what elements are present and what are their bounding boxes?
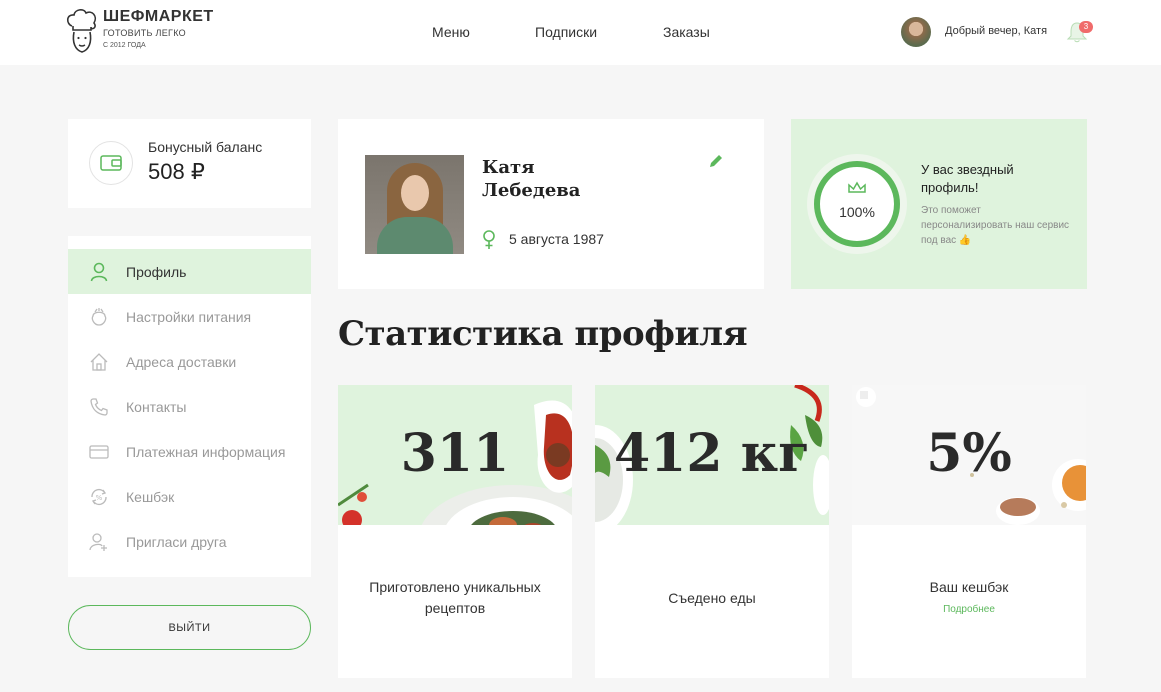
sidebar-item-profile[interactable]: Профиль <box>68 249 311 294</box>
profile-card: Катя Лебедева 5 августа 1987 <box>338 119 764 289</box>
sidebar-item-payment-info[interactable]: Платежная информация <box>68 429 311 474</box>
invite-icon <box>89 532 107 551</box>
logo-since: С 2012 ГОДА <box>103 42 146 49</box>
stat-label: Приготовлено уникальных рецептов <box>369 579 541 616</box>
profile-photo[interactable] <box>365 155 464 254</box>
phone-icon <box>90 397 108 416</box>
sidebar-item-invite-friend[interactable]: Пригласи друга <box>68 519 311 564</box>
stat-label: Съедено еды <box>668 590 756 606</box>
completion-percent: 100% <box>839 204 875 220</box>
sidebar-item-label: Адреса доставки <box>126 353 237 370</box>
stat-card-food-eaten: 412 кг Съедено еды <box>595 385 829 678</box>
bonus-balance-card: Бонусный баланс 508 ₽ <box>68 119 311 208</box>
logout-button[interactable]: ВЫЙТИ <box>68 605 311 650</box>
female-icon <box>483 230 495 249</box>
sidebar-item-label: Настройки питания <box>126 308 252 325</box>
sidebar-item-label: Пригласи друга <box>126 533 227 550</box>
stat-value: 5% <box>926 423 1012 484</box>
nav-menu[interactable]: Меню <box>432 24 470 40</box>
profile-last-name: Лебедева <box>482 180 581 201</box>
stats-heading: Статистика профиля <box>338 314 748 354</box>
logo[interactable]: ШЕФМАРКЕТ ГОТОВИТЬ ЛЕГКО С 2012 ГОДА <box>64 8 214 56</box>
sidebar-menu: Профиль Настройки питания Адреса доставк… <box>68 236 311 577</box>
sidebar-item-label: Контакты <box>126 398 187 415</box>
notification-badge: 3 <box>1079 21 1093 33</box>
nav-subscriptions[interactable]: Подписки <box>535 24 597 40</box>
wallet-icon-circle <box>89 141 133 185</box>
birthday-text: 5 августа 1987 <box>509 231 604 247</box>
nav-orders[interactable]: Заказы <box>663 24 710 40</box>
stat-label: Ваш кешбэк <box>929 579 1009 595</box>
user-avatar[interactable] <box>901 17 931 47</box>
profile-name: Катя Лебедева <box>482 156 682 202</box>
star-profile-title: У вас звездный профиль! <box>921 162 1014 195</box>
edit-pencil-icon[interactable] <box>708 153 724 169</box>
sidebar-item-label: Кешбэк <box>126 488 175 505</box>
stat-card-cashback: 5% Ваш кешбэк Подробнее <box>852 385 1086 678</box>
sidebar-item-label: Платежная информация <box>126 443 286 460</box>
sidebar-item-delivery-addresses[interactable]: Адреса доставки <box>68 339 311 384</box>
stat-card-recipes: 311 Приготовлено уникальных рецептов <box>338 385 572 678</box>
sidebar-item-food-settings[interactable]: Настройки питания <box>68 294 311 339</box>
crown-icon <box>848 181 866 193</box>
top-header: ШЕФМАРКЕТ ГОТОВИТЬ ЛЕГКО С 2012 ГОДА Мен… <box>0 0 1161 65</box>
chef-logo-icon <box>66 9 97 53</box>
bonus-label: Бонусный баланс <box>148 139 263 155</box>
cashback-icon: % <box>91 488 107 505</box>
stat-hero-image: 311 <box>338 385 572 525</box>
wallet-icon <box>100 155 122 171</box>
sidebar-item-cashback[interactable]: % Кешбэк <box>68 474 311 519</box>
profile-completion-ring: 100% <box>807 154 907 254</box>
sidebar-item-label: Профиль <box>126 263 187 280</box>
house-icon <box>90 352 108 371</box>
cashback-details-link[interactable]: Подробнее <box>852 604 1086 615</box>
sidebar-item-contacts[interactable]: Контакты <box>68 384 311 429</box>
profile-first-name: Катя <box>482 157 535 178</box>
stat-value: 311 <box>400 423 510 484</box>
stat-hero-image: 412 кг <box>595 385 829 525</box>
food-icon <box>91 307 107 326</box>
logo-name: ШЕФМАРКЕТ <box>103 8 214 25</box>
user-icon <box>90 262 108 281</box>
logo-tagline: ГОТОВИТЬ ЛЕГКО <box>103 28 186 38</box>
star-profile-card: 100% У вас звездный профиль! Это поможет… <box>791 119 1087 289</box>
svg-text:%: % <box>96 494 103 502</box>
star-profile-subtitle: Это поможет персонализировать наш сервис… <box>921 205 1070 246</box>
bonus-value: 508 ₽ <box>148 159 205 184</box>
stat-hero-image: 5% <box>852 385 1086 525</box>
card-icon <box>89 444 109 459</box>
greeting-text[interactable]: Добрый вечер, Катя <box>945 25 1047 37</box>
stat-value: 412 кг <box>613 423 811 484</box>
